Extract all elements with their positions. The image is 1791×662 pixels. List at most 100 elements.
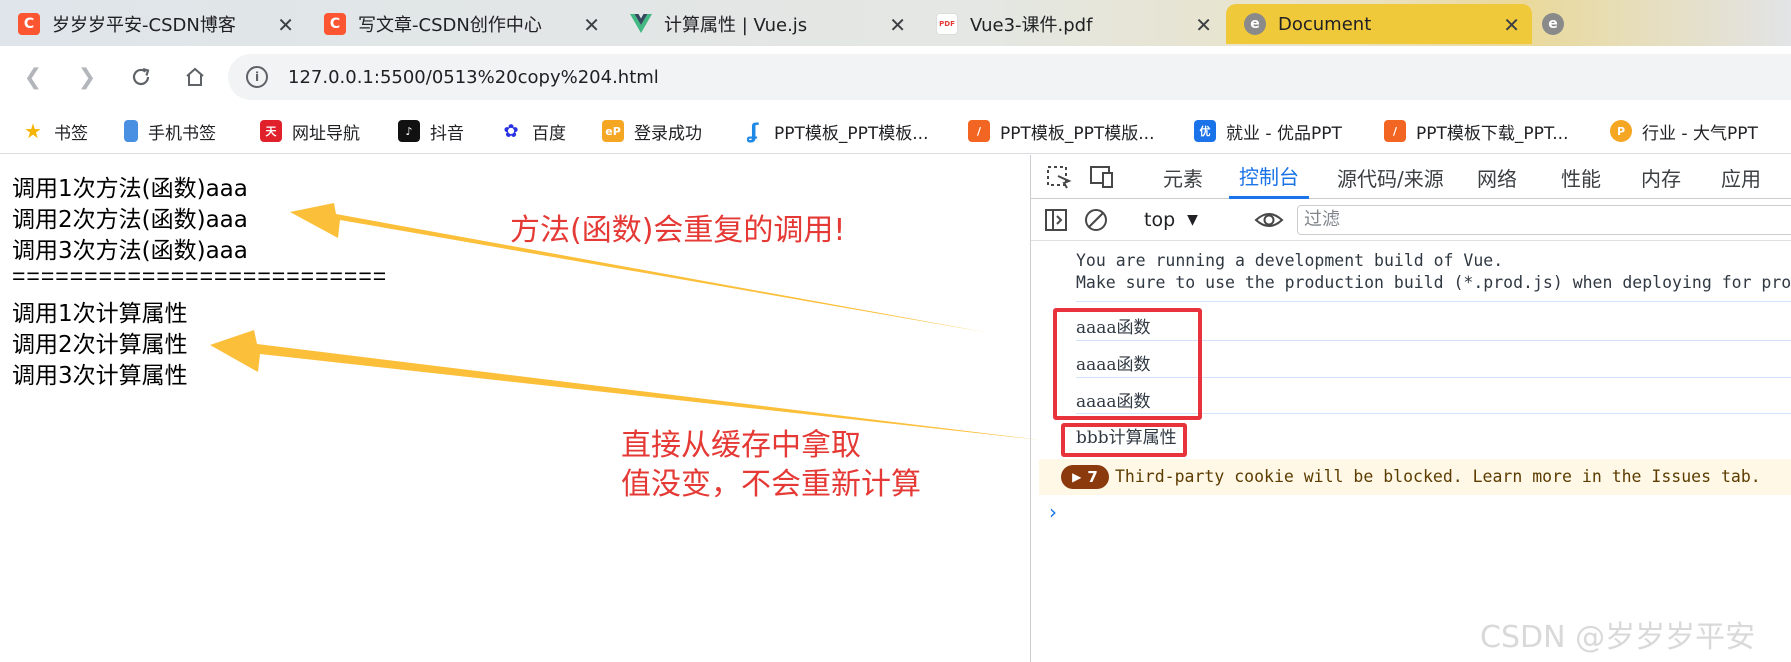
issues-warning-row[interactable]: ▶ 7 Third-party cookie will be blocked. … — [1039, 459, 1791, 495]
browser-tab[interactable]: C 岁岁岁平安-CSDN博客 ✕ — [0, 4, 306, 44]
console-filter-input[interactable]: 过滤 — [1297, 205, 1791, 235]
browser-tab[interactable]: C 写文章-CSDN创作中心 ✕ — [306, 4, 612, 44]
address-bar[interactable]: i 127.0.0.1:5500/0513%20copy%204.html — [228, 54, 1791, 100]
live-expression-eye-icon[interactable] — [1253, 207, 1285, 233]
p-icon: P — [1610, 120, 1632, 142]
bookmark-label: 登录成功 — [634, 123, 702, 144]
bookmark-item[interactable]: P 行业 - 大气PPT — [1610, 118, 1758, 144]
bookmark-label: 百度 — [532, 123, 566, 144]
bookmark-label: PPT模板_PPT模板... — [774, 123, 929, 144]
console-message: Make sure to use the production build (*… — [1076, 273, 1791, 292]
bookmark-item[interactable]: eP 登录成功 — [602, 118, 702, 144]
bookmark-label: PPT模板_PPT模版... — [1000, 123, 1155, 144]
bookmark-item[interactable]: ★ 书签 — [22, 118, 88, 144]
forward-icon[interactable]: ❯ — [70, 60, 104, 94]
separator-line: ========================== — [12, 263, 388, 289]
ppt-icon: / — [1384, 120, 1406, 142]
bookmark-label: 网址导航 — [292, 123, 360, 144]
bookmarks-bar: ★ 书签 手机书签 天 网址导航 ♪ 抖音 ✿ 百度 eP 登录成功 ʆ PPT… — [0, 108, 1791, 154]
douyin-icon: ♪ — [398, 120, 420, 142]
csdn-icon: C — [324, 13, 346, 35]
tab-network[interactable]: 网络 — [1477, 155, 1517, 199]
tab-title: Document — [1278, 13, 1372, 35]
csdn-watermark: CSDN @岁岁岁平安 — [1480, 620, 1756, 655]
tab-strip: C 岁岁岁平安-CSDN博客 ✕ C 写文章-CSDN创作中心 ✕ 计算属性 |… — [0, 0, 1791, 46]
browser-tab[interactable]: e — [1532, 4, 1791, 44]
console-toolbar: top ▼ 过滤 — [1031, 199, 1791, 241]
tab-title: 写文章-CSDN创作中心 — [358, 15, 542, 36]
tab-memory[interactable]: 内存 — [1641, 155, 1681, 199]
back-icon[interactable]: ❮ — [16, 60, 50, 94]
csdn-icon: C — [18, 13, 40, 35]
issues-count-badge[interactable]: ▶ 7 — [1061, 465, 1109, 489]
bookmark-label: 手机书签 — [148, 123, 216, 144]
clear-console-icon[interactable] — [1083, 207, 1111, 233]
ppt-icon: ʆ — [747, 119, 759, 143]
tab-title: 岁岁岁平安-CSDN博客 — [52, 15, 236, 36]
ppt-icon: / — [968, 120, 990, 142]
tab-title: Vue3-课件.pdf — [970, 15, 1093, 36]
browser-tab[interactable]: 计算属性 | Vue.js ✕ — [612, 4, 918, 44]
bookmark-item[interactable]: ʆ PPT模板_PPT模板... — [742, 118, 929, 144]
inspect-element-icon[interactable] — [1045, 164, 1073, 190]
bookmark-label: 抖音 — [430, 123, 464, 144]
output-line: 调用1次方法(函数)aaa — [12, 176, 248, 202]
issues-message: Third-party cookie will be blocked. Lear… — [1115, 467, 1761, 486]
tab-title: 计算属性 | Vue.js — [664, 15, 808, 36]
console-message: You are running a development build of V… — [1076, 251, 1504, 270]
tab-performance[interactable]: 性能 — [1561, 155, 1601, 199]
home-icon[interactable] — [178, 60, 212, 94]
bookmark-item[interactable]: 优 就业 - 优品PPT — [1194, 118, 1342, 144]
context-value: top — [1144, 209, 1176, 231]
browser-tab[interactable]: PDF Vue3-课件.pdf ✕ — [918, 4, 1224, 44]
browser-tab-active[interactable]: e Document ✕ — [1226, 4, 1532, 44]
document-icon: e — [1244, 13, 1266, 35]
bookmark-item[interactable]: / PPT模板下载_PPT... — [1384, 118, 1568, 144]
document-icon: e — [1542, 13, 1564, 35]
url-text: 127.0.0.1:5500/0513%20copy%204.html — [288, 66, 659, 88]
output-line: 调用3次方法(函数)aaa — [12, 238, 248, 264]
devtools-tab-bar: 元素 控制台 源代码/来源 网络 性能 内存 应用 — [1031, 155, 1791, 199]
close-tab-icon[interactable]: ✕ — [1503, 13, 1520, 37]
close-tab-icon[interactable]: ✕ — [583, 13, 600, 37]
close-tab-icon[interactable]: ✕ — [889, 13, 906, 37]
device-toolbar-icon[interactable] — [1087, 164, 1115, 190]
bookmark-item[interactable]: 手机书签 — [124, 118, 216, 144]
bookmark-item[interactable]: ✿ 百度 — [500, 118, 566, 144]
navigation-icon: 天 — [260, 120, 282, 142]
tab-elements[interactable]: 元素 — [1163, 155, 1203, 199]
bookmark-label: 就业 - 优品PPT — [1226, 123, 1342, 144]
bookmark-label: PPT模板下载_PPT... — [1416, 123, 1569, 144]
tab-console[interactable]: 控制台 — [1229, 155, 1309, 199]
annotation-cache-line2: 值没变，不会重新计算 — [621, 467, 921, 502]
devtools-panel: 元素 控制台 源代码/来源 网络 性能 内存 应用 top ▼ 过滤 You a… — [1030, 155, 1791, 662]
close-tab-icon[interactable]: ✕ — [1195, 13, 1212, 37]
issues-count: 7 — [1087, 468, 1098, 486]
tab-sources[interactable]: 源代码/来源 — [1337, 155, 1444, 199]
expand-triangle-icon: ▶ — [1072, 470, 1082, 484]
vue-icon — [630, 13, 652, 35]
output-line: 调用2次计算属性 — [12, 332, 188, 358]
youpin-icon: 优 — [1194, 120, 1216, 142]
output-line: 调用1次计算属性 — [12, 301, 188, 327]
reload-icon[interactable] — [124, 60, 158, 94]
site-info-icon[interactable]: i — [246, 66, 268, 88]
pdf-icon: PDF — [936, 13, 958, 35]
bookmark-item[interactable]: 天 网址导航 — [260, 118, 360, 144]
sidebar-toggle-icon[interactable] — [1043, 207, 1071, 233]
dropdown-triangle-icon: ▼ — [1187, 212, 1198, 228]
output-line: 调用3次计算属性 — [12, 363, 188, 389]
annotation-method: 方法(函数)会重复的调用! — [510, 213, 846, 248]
output-line: 调用2次方法(函数)aaa — [12, 207, 248, 233]
highlight-box-computed — [1061, 423, 1187, 457]
context-selector[interactable]: top ▼ — [1144, 206, 1198, 234]
close-tab-icon[interactable]: ✕ — [277, 13, 294, 37]
bookmark-item[interactable]: ♪ 抖音 — [398, 118, 464, 144]
star-icon: ★ — [24, 119, 42, 143]
bookmark-label: 行业 - 大气PPT — [1642, 123, 1758, 144]
bookmark-label: 书签 — [54, 123, 88, 144]
console-prompt-icon[interactable]: › — [1049, 500, 1057, 524]
bookmark-item[interactable]: / PPT模板_PPT模版... — [968, 118, 1155, 144]
baidu-icon: ✿ — [503, 120, 519, 142]
tab-application[interactable]: 应用 — [1721, 155, 1761, 199]
